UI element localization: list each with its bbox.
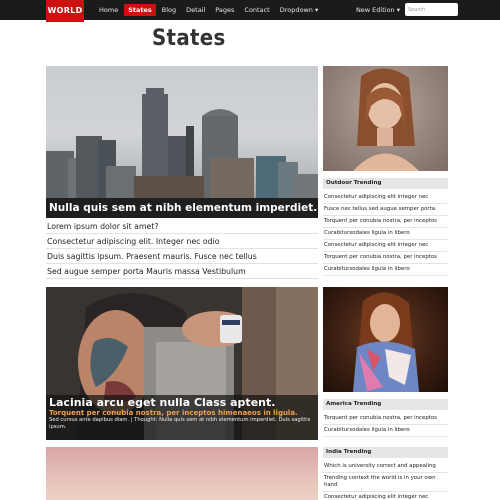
top-navbar: WORLD Home States Blog Detail Pages Cont… (0, 0, 500, 22)
list-item[interactable]: Consectetur adipiscing elit integer nec (323, 240, 448, 252)
edition-dropdown[interactable]: New Edition ▾ (356, 0, 400, 20)
page-title: States (152, 26, 226, 51)
main-menu: Home States Blog Detail Pages Contact Dr… (95, 0, 324, 20)
site-logo[interactable]: WORLD (46, 0, 84, 22)
feature-caption[interactable]: Nulla quis sem at nibh elementum imperdi… (46, 198, 318, 218)
list-item[interactable]: Consectetur adipiscing elit integer nec (323, 192, 448, 204)
feature-card-city[interactable]: Nulla quis sem at nibh elementum imperdi… (46, 66, 318, 218)
nav-home[interactable]: Home (95, 4, 122, 16)
india-trending-heading: India Trending (323, 447, 448, 458)
outdoor-trending-heading: Outdoor Trending (323, 178, 448, 189)
list-item[interactable]: Consectetur adipiscing elit. Integer nec… (46, 234, 318, 249)
list-item[interactable]: Curabitursodales ligula in libero (323, 264, 448, 276)
feature-card-tattoo[interactable]: Lacinia arcu eget nulla Class aptent. To… (46, 287, 318, 440)
list-item[interactable]: Which is university correct and appealin… (323, 461, 448, 473)
list-item[interactable]: Curabitursodales ligula in libero (323, 425, 448, 437)
list-item[interactable]: Duis sagittis ipsum. Praesent mauris. Fu… (46, 249, 318, 264)
india-trending-list: Which is university correct and appealin… (323, 461, 448, 500)
feature-body: Sed cursus ante dapibus diam. | Thought:… (49, 417, 311, 430)
list-item[interactable]: Torquent per conubia nostra, per incepto… (323, 216, 448, 228)
headline-list: Lorem ipsum dolor sit amet? Consectetur … (46, 219, 318, 279)
list-item[interactable]: Trending context the world is in your ow… (323, 473, 448, 492)
list-item[interactable]: Consectetur adipiscing elit integer nec (323, 492, 448, 500)
nav-contact[interactable]: Contact (240, 4, 273, 16)
list-item[interactable]: Sed augue semper porta Mauris massa Vest… (46, 264, 318, 279)
nav-pages[interactable]: Pages (211, 4, 238, 16)
list-item[interactable]: Torquent per conubia nostra, per incepto… (323, 252, 448, 264)
nav-detail[interactable]: Detail (182, 4, 209, 16)
nav-dropdown[interactable]: Dropdown ▾ (276, 4, 323, 16)
list-item[interactable]: Curabitursodales ligula in libero (323, 228, 448, 240)
nav-states[interactable]: States (124, 4, 156, 16)
america-trending-heading: America Trending (323, 399, 448, 410)
feature-caption-bar: Nulla quis sem at nibh elementum imperdi… (46, 198, 318, 218)
scarf-woman-image (353, 292, 419, 392)
sidebar-image-scarf-woman[interactable] (323, 287, 448, 392)
list-item[interactable]: Fusce nec tellus sed augue semper porta. (323, 204, 448, 216)
america-trending-list: Torquent per conubia nostra, per incepto… (323, 413, 448, 437)
feature-subtitle: Torquent per conubia nostra, per incepto… (49, 409, 298, 417)
feature-card-sky[interactable] (46, 447, 318, 500)
outdoor-trending-list: Consectetur adipiscing elit integer nec … (323, 192, 448, 276)
city-skyline-image (46, 88, 318, 218)
sidebar-image-woman[interactable] (323, 66, 448, 171)
nav-blog[interactable]: Blog (158, 4, 180, 16)
feature-caption-bar: Lacinia arcu eget nulla Class aptent. To… (46, 395, 318, 440)
list-item[interactable]: Lorem ipsum dolor sit amet? (46, 219, 318, 234)
search-input[interactable] (405, 3, 458, 16)
sky-image (46, 447, 318, 500)
woman-portrait-image (353, 68, 419, 171)
list-item[interactable]: Torquent per conubia nostra, per incepto… (323, 413, 448, 425)
feature-title[interactable]: Lacinia arcu eget nulla Class aptent. (46, 395, 318, 409)
